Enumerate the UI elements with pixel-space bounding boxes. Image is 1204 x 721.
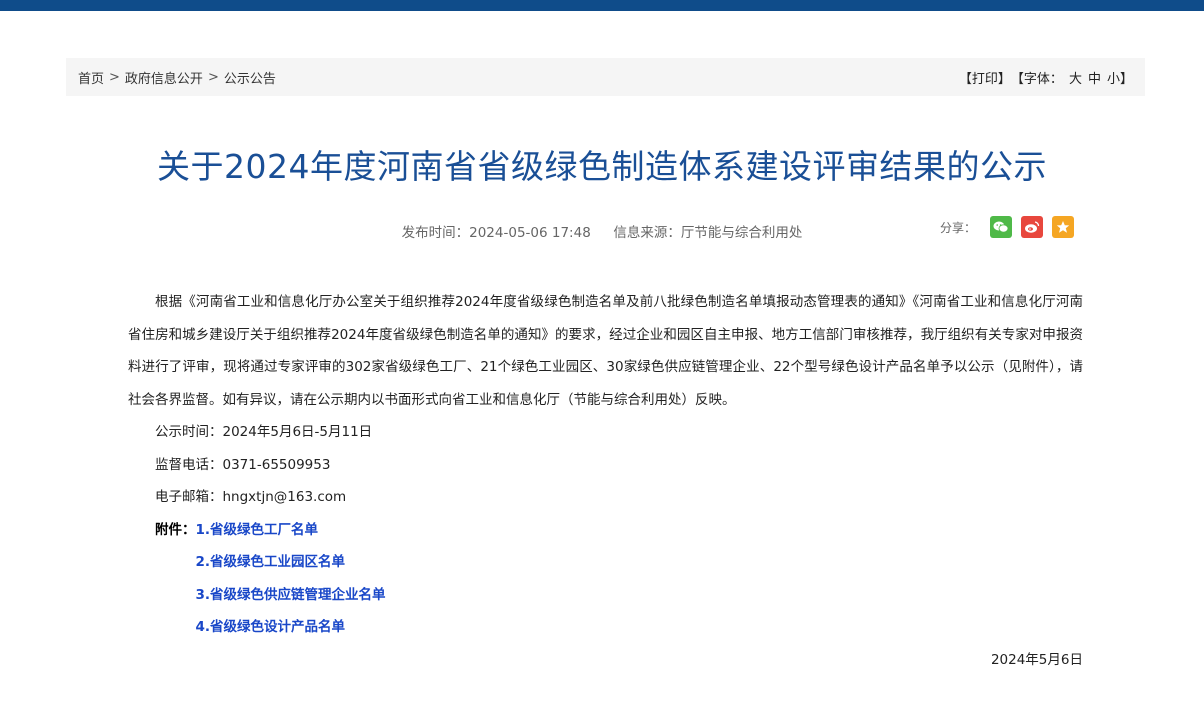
font-size-small-button[interactable]: 小 [1107, 68, 1120, 87]
source-label: 信息来源： [613, 225, 681, 241]
article-date: 2024年5月6日 [990, 651, 1083, 668]
breadcrumb: 首页 > 政府信息公开 > 公示公告 [78, 68, 276, 87]
breadcrumb-separator: > [109, 69, 120, 85]
share-bar: 分享： [940, 216, 1083, 238]
contact-email: 电子邮箱：hngxtjn@163.com [155, 489, 347, 505]
breadcrumb-gov-info[interactable]: 政府信息公开 [125, 68, 203, 87]
top-header-bar [0, 0, 1204, 11]
favorite-icon[interactable] [1052, 216, 1075, 238]
article-title: 关于2024年度河南省省级绿色制造体系建设评审结果的公示 [157, 147, 1047, 186]
attachment-link[interactable]: 4.省级绿色设计产品名单 [196, 611, 386, 644]
article-paragraph: 根据《河南省工业和信息化厅办公室关于组织推荐2024年度省级绿色制造名单及前八批… [128, 294, 1083, 408]
breadcrumb-home[interactable]: 首页 [78, 68, 104, 87]
font-size-medium-button[interactable]: 中 [1088, 68, 1101, 87]
publish-time-label: 发布时间： [401, 225, 470, 241]
breadcrumb-bar: 首页 > 政府信息公开 > 公示公告 【打印】 【字体： 大 中 小 】 [66, 58, 1145, 96]
notice-period: 公示时间：2024年5月6日-5月11日 [155, 424, 373, 440]
breadcrumb-separator: > [207, 69, 219, 85]
breadcrumb-announcements[interactable]: 公示公告 [224, 68, 276, 87]
wechat-icon[interactable] [990, 216, 1013, 238]
attachment-link[interactable]: 1.省级绿色工厂名单 [196, 514, 386, 547]
publish-time: 2024-05-06 17:48 [469, 225, 591, 241]
font-size-large-button[interactable]: 大 [1069, 68, 1082, 87]
weibo-icon[interactable] [1021, 216, 1044, 238]
page-tools: 【打印】 【字体： 大 中 小 】 [959, 68, 1133, 87]
attachments-section: 附件： 1.省级绿色工厂名单 2.省级绿色工业园区名单 3.省级绿色供应链管理企… [128, 514, 1083, 644]
article-content: 根据《河南省工业和信息化厅办公室关于组织推荐2024年度省级绿色制造名单及前八批… [128, 286, 1083, 676]
attachments-list: 1.省级绿色工厂名单 2.省级绿色工业园区名单 3.省级绿色供应链管理企业名单 … [196, 514, 386, 644]
attachment-link[interactable]: 3.省级绿色供应链管理企业名单 [196, 579, 386, 612]
attachment-link[interactable]: 2.省级绿色工业园区名单 [196, 546, 386, 579]
supervision-phone: 监督电话：0371-65509953 [155, 456, 331, 473]
font-size-label: 【字体： [1010, 71, 1063, 87]
share-label: 分享： [940, 220, 977, 235]
attachments-label: 附件： [155, 521, 196, 538]
font-size-bracket: 】 [1119, 71, 1133, 87]
print-button[interactable]: 【打印】 [959, 68, 1011, 87]
source: 厅节能与综合利用处 [680, 225, 803, 241]
